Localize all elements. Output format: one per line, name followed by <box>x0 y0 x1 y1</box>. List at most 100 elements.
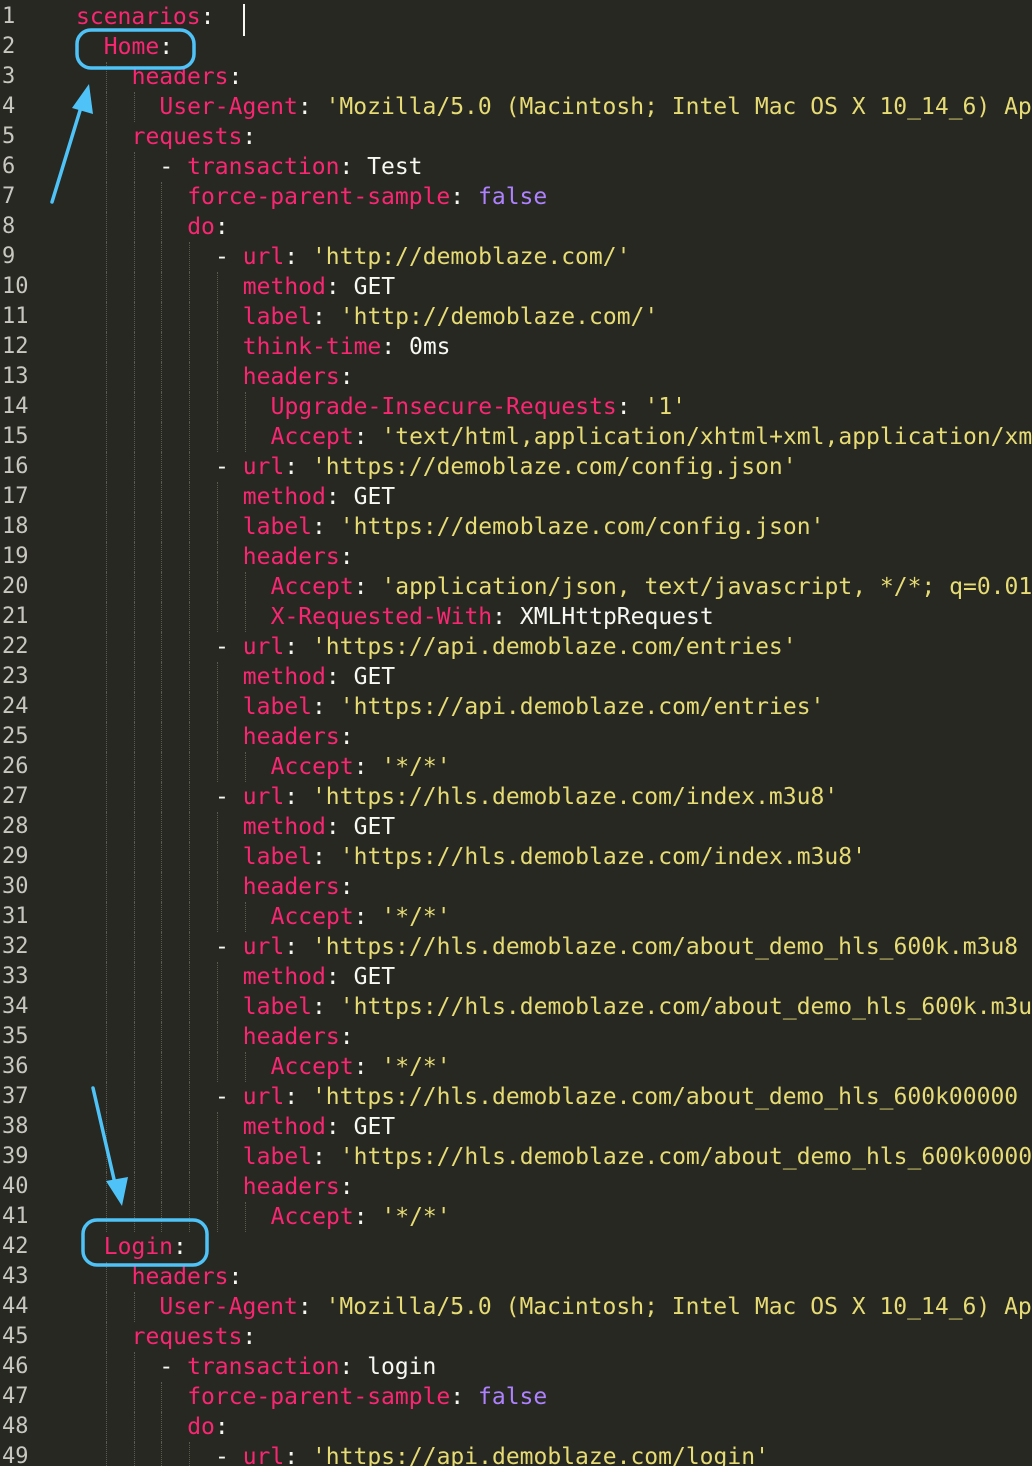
code-line[interactable]: 39 label: 'https://hls.demoblaze.com/abou… <box>0 1142 1032 1172</box>
code-line[interactable]: 27 - url: 'https://hls.demoblaze.com/inde… <box>0 782 1032 812</box>
indent-guide <box>105 62 107 92</box>
code-line[interactable]: 25 headers: <box>0 722 1032 752</box>
code-line[interactable]: 2 Home: <box>0 32 1032 62</box>
line-number: 28 <box>2 814 29 839</box>
code-text: do: <box>187 1412 229 1442</box>
code-line[interactable]: 1 scenarios: <box>0 2 1032 32</box>
code-line[interactable]: 46 - transaction: login <box>0 1352 1032 1382</box>
code-line[interactable]: 13 headers: <box>0 362 1032 392</box>
indent-guide <box>133 512 135 542</box>
code-line[interactable]: 19 headers: <box>0 542 1032 572</box>
code-text: method: GET <box>243 482 395 512</box>
code-line[interactable]: 33 method: GET <box>0 962 1032 992</box>
code-line[interactable]: 48 do: <box>0 1412 1032 1442</box>
code-line[interactable]: 24 label: 'https://api.demoblaze.com/entr… <box>0 692 1032 722</box>
code-line[interactable]: 14 Upgrade-Insecure-Requests: '1' <box>0 392 1032 422</box>
indent-guide <box>105 212 107 242</box>
code-text: method: GET <box>243 272 395 302</box>
code-line[interactable]: 22 - url: 'https://api.demoblaze.com/entr… <box>0 632 1032 662</box>
code-line[interactable]: 20 Accept: 'application/json, text/javasc… <box>0 572 1032 602</box>
code-line[interactable]: 32 - url: 'https://hls.demoblaze.com/abou… <box>0 932 1032 962</box>
code-line[interactable]: 11 label: 'http://demoblaze.com/' <box>0 302 1032 332</box>
indent-guide <box>133 242 135 272</box>
code-line[interactable]: 35 headers: <box>0 1022 1032 1052</box>
indent-guide <box>189 1172 191 1202</box>
code-text: - url: 'https://api.demoblaze.com/entrie… <box>215 632 797 662</box>
line-number: 5 <box>2 124 16 149</box>
code-text: do: <box>187 212 229 242</box>
code-line[interactable]: 49 - url: 'https://api.demoblaze.com/logi… <box>0 1442 1032 1466</box>
indent-guide <box>217 1172 218 1202</box>
code-line[interactable]: 16 - url: 'https://demoblaze.com/config.j… <box>0 452 1032 482</box>
indent-guide <box>189 302 191 332</box>
indent-guide <box>133 1052 135 1082</box>
code-line[interactable]: 23 method: GET <box>0 662 1032 692</box>
code-line[interactable]: 36 Accept: '*/*' <box>0 1052 1032 1082</box>
code-text: method: GET <box>243 812 395 842</box>
code-line[interactable]: 45 requests: <box>0 1322 1032 1352</box>
code-text: Home: <box>104 32 173 62</box>
string-value: 'https://demoblaze.com/config.json' <box>339 514 825 540</box>
code-line[interactable]: 4 User-Agent: 'Mozilla/5.0 (Macintosh; In… <box>0 92 1032 122</box>
code-line[interactable]: 41 Accept: '*/*' <box>0 1202 1032 1232</box>
code-line[interactable]: 7 force-parent-sample: false <box>0 182 1032 212</box>
code-text: scenarios: <box>76 2 214 32</box>
code-line[interactable]: 5 requests: <box>0 122 1032 152</box>
code-line[interactable]: 34 label: 'https://hls.demoblaze.com/abou… <box>0 992 1032 1022</box>
indent-guide <box>105 902 107 932</box>
indent-guide <box>189 1202 191 1232</box>
code-line[interactable]: 15 Accept: 'text/html,application/xhtml+x… <box>0 422 1032 452</box>
indent-guide <box>161 542 163 572</box>
indent-guide <box>217 482 218 512</box>
code-line[interactable]: 42 Login: <box>0 1232 1032 1262</box>
punctuation: : <box>284 1084 312 1110</box>
indent-guide <box>217 332 218 362</box>
code-line[interactable]: 43 headers: <box>0 1262 1032 1292</box>
yaml-key: method <box>242 274 326 300</box>
yaml-key: User-Agent <box>159 1294 298 1320</box>
code-line[interactable]: 47 force-parent-sample: false <box>0 1382 1032 1412</box>
code-line[interactable]: 38 method: GET <box>0 1112 1032 1142</box>
yaml-key: scenarios <box>76 4 201 30</box>
code-text: method: GET <box>243 1112 395 1142</box>
code-editor[interactable]: 1 scenarios: 2 Home: 3 headers: 4 User-Agent: '… <box>0 2 1032 1466</box>
code-line[interactable]: 9 - url: 'http://demoblaze.com/' <box>0 242 1032 272</box>
code-line[interactable]: 31 Accept: '*/*' <box>0 902 1032 932</box>
code-line[interactable]: 6 - transaction: Test <box>0 152 1032 182</box>
code-line[interactable]: 3 headers: <box>0 62 1032 92</box>
yaml-key: Accept <box>270 574 354 600</box>
code-line[interactable]: 29 label: 'https://hls.demoblaze.com/inde… <box>0 842 1032 872</box>
indent-guide <box>133 992 135 1022</box>
indent-guide <box>244 392 246 422</box>
code-line[interactable]: 30 headers: <box>0 872 1032 902</box>
punctuation: : <box>284 1444 312 1466</box>
punctuation: : <box>381 334 409 360</box>
line-number: 32 <box>2 934 29 959</box>
yaml-key: url <box>242 934 285 960</box>
punctuation: : <box>312 304 340 330</box>
code-line[interactable]: 44 User-Agent: 'Mozilla/5.0 (Macintosh; I… <box>0 1292 1032 1322</box>
code-line[interactable]: 10 method: GET <box>0 272 1032 302</box>
code-line[interactable]: 21 X-Requested-With: XMLHttpRequest <box>0 602 1032 632</box>
indent-guide <box>244 602 246 632</box>
yaml-key: url <box>242 784 285 810</box>
code-line[interactable]: 28 method: GET <box>0 812 1032 842</box>
boolean-value: false <box>478 1384 548 1410</box>
line-number: 24 <box>2 694 29 719</box>
code-line[interactable]: 17 method: GET <box>0 482 1032 512</box>
code-line[interactable]: 8 do: <box>0 212 1032 242</box>
code-line[interactable]: 37 - url: 'https://hls.demoblaze.com/abou… <box>0 1082 1032 1112</box>
code-line[interactable]: 18 label: 'https://demoblaze.com/config.j… <box>0 512 1032 542</box>
code-line[interactable]: 40 headers: <box>0 1172 1032 1202</box>
code-text: headers: <box>243 542 354 572</box>
string-value: 'Mozilla/5.0 (Macintosh; Intel Mac OS X … <box>325 1294 1032 1320</box>
code-line[interactable]: 26 Accept: '*/*' <box>0 752 1032 782</box>
indent-guide <box>105 632 107 662</box>
punctuation: - <box>215 784 243 810</box>
code-line[interactable]: 12 think-time: 0ms <box>0 332 1032 362</box>
indent-guide <box>105 512 107 542</box>
yaml-key: method <box>242 964 326 990</box>
punctuation: : <box>284 244 312 270</box>
line-number: 43 <box>2 1264 29 1289</box>
indent-guide <box>244 1202 246 1232</box>
